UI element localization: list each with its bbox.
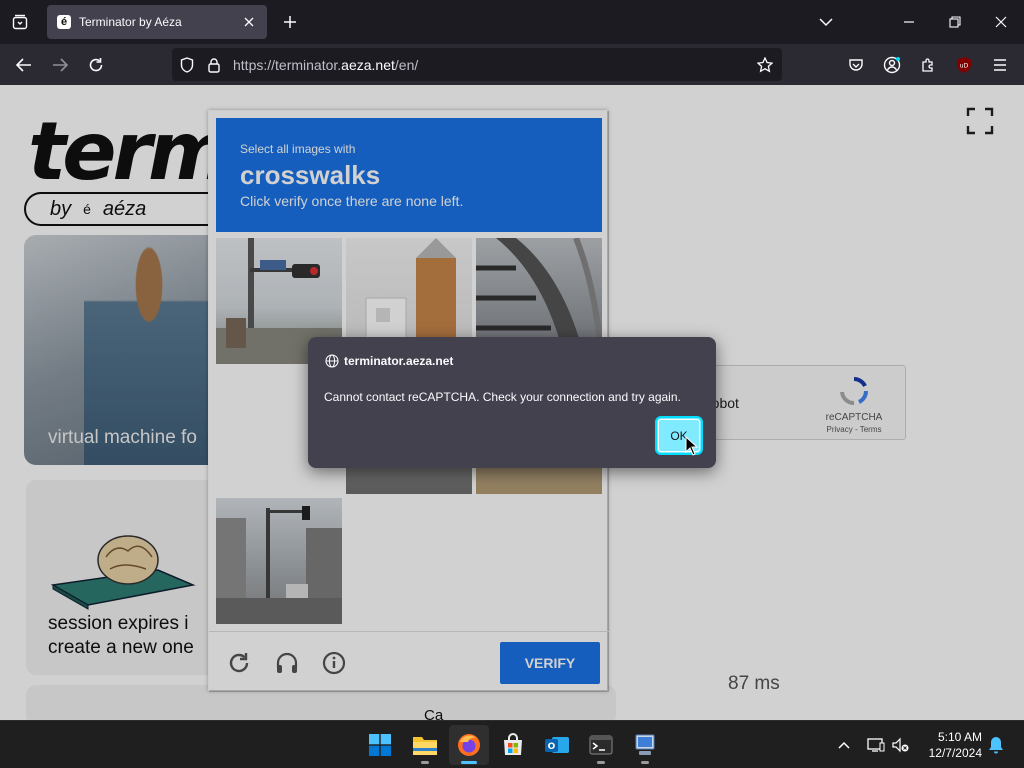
- clock-date: 12/7/2024: [928, 746, 982, 760]
- alert-dialog: terminator.aeza.net Cannot contact reCAP…: [308, 337, 716, 468]
- close-tab-icon[interactable]: [241, 14, 257, 30]
- minimize-icon[interactable]: [897, 10, 921, 34]
- account-icon[interactable]: [879, 52, 905, 78]
- address-bar[interactable]: https://terminator.aeza.net/en/: [172, 48, 782, 81]
- url-prefix: https://terminator.: [233, 57, 342, 73]
- system-clock[interactable]: 5:10 AM 12/7/2024: [918, 729, 982, 761]
- terminal-icon[interactable]: [581, 725, 621, 765]
- tracking-protection-shield-icon[interactable]: [178, 56, 196, 74]
- tab-title: Terminator by Aéza: [79, 15, 182, 29]
- windows-taskbar: O 5:10 AM 12/7/2024: [0, 720, 1024, 768]
- outlook-new-icon[interactable]: O: [537, 725, 577, 765]
- mouse-cursor-icon: [685, 436, 699, 456]
- running-indicator: [641, 761, 649, 764]
- extensions-puzzle-icon[interactable]: [915, 52, 941, 78]
- network-display-icon[interactable]: [866, 735, 886, 755]
- bookmark-star-icon[interactable]: [756, 56, 774, 74]
- ublock-origin-icon[interactable]: uD: [951, 52, 977, 78]
- start-windows-logo-icon[interactable]: [360, 725, 400, 765]
- reload-icon[interactable]: [83, 52, 109, 78]
- url-text[interactable]: https://terminator.aeza.net/en/: [233, 57, 418, 73]
- notification-bell-icon[interactable]: [986, 735, 1006, 755]
- volume-muted-icon[interactable]: [891, 735, 911, 755]
- browser-tab-bar: é Terminator by Aéza: [0, 0, 1024, 44]
- firefox-icon[interactable]: [449, 725, 489, 765]
- url-host: aeza.net: [341, 57, 395, 73]
- show-hidden-icons-chevron-icon[interactable]: [834, 735, 854, 755]
- microsoft-store-icon[interactable]: [493, 725, 533, 765]
- running-indicator: [421, 761, 429, 764]
- hamburger-menu-icon[interactable]: [987, 52, 1013, 78]
- list-all-tabs-chevron-icon[interactable]: [814, 10, 838, 34]
- remote-desktop-icon[interactable]: [625, 725, 665, 765]
- back-arrow-icon[interactable]: [11, 52, 37, 78]
- active-indicator: [461, 761, 477, 764]
- globe-icon: [325, 354, 339, 368]
- tab-list-icon[interactable]: [8, 10, 32, 34]
- new-tab-plus-icon[interactable]: [278, 10, 302, 34]
- svg-text:O: O: [548, 742, 556, 752]
- browser-tab[interactable]: é Terminator by Aéza: [47, 5, 267, 39]
- pocket-icon[interactable]: [843, 52, 869, 78]
- running-indicator: [597, 761, 605, 764]
- url-path: /en/: [394, 57, 419, 73]
- svg-text:uD: uD: [960, 63, 969, 70]
- dialog-message: Cannot contact reCAPTCHA. Check your con…: [324, 390, 681, 404]
- restore-window-icon[interactable]: [943, 10, 967, 34]
- lock-icon[interactable]: [205, 56, 223, 74]
- close-window-icon[interactable]: [989, 10, 1013, 34]
- clock-time: 5:10 AM: [937, 730, 982, 744]
- forward-arrow-icon[interactable]: [47, 52, 73, 78]
- file-explorer-folder-icon[interactable]: [405, 725, 445, 765]
- navigation-toolbar: https://terminator.aeza.net/en/ uD: [0, 44, 1024, 85]
- site-favicon: é: [57, 15, 71, 29]
- dialog-origin: terminator.aeza.net: [344, 354, 454, 368]
